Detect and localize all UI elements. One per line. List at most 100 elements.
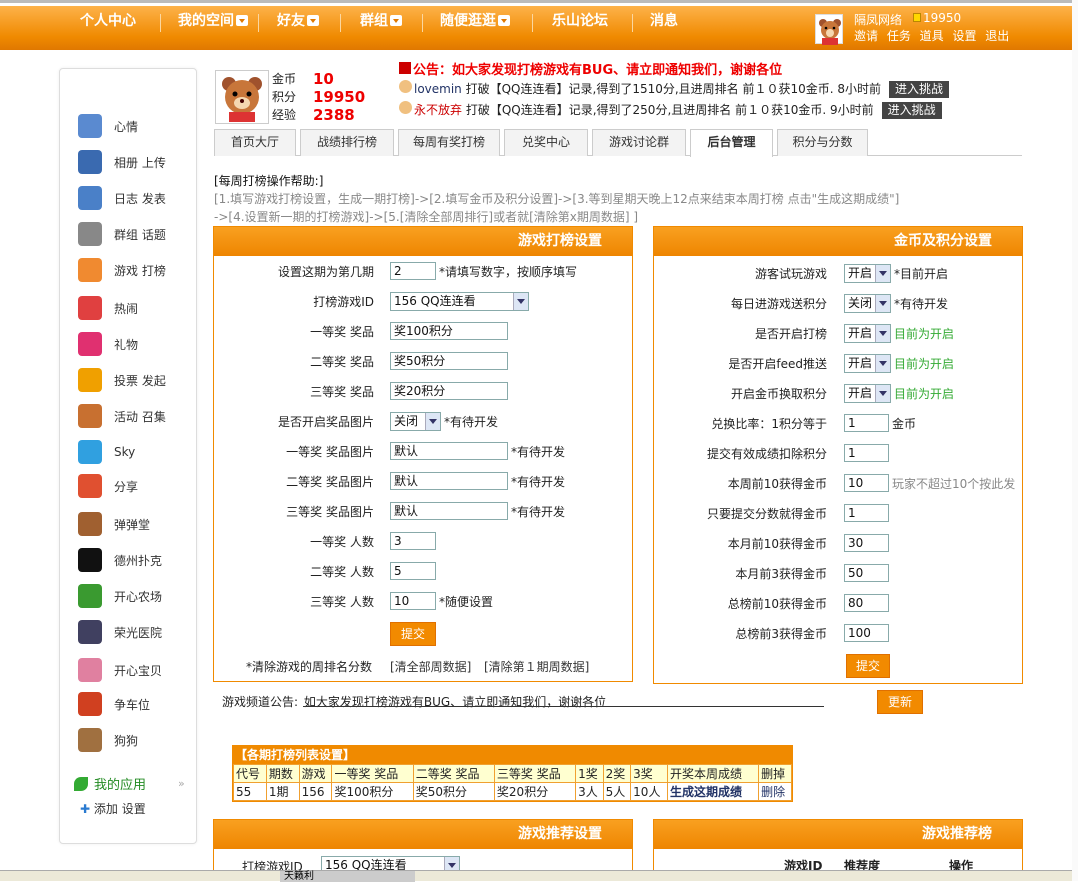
- field-input[interactable]: 开启: [844, 324, 891, 343]
- user-links[interactable]: 邀请 任务 道具 设置 退出: [854, 27, 1009, 44]
- field-input[interactable]: 156 QQ连连看: [390, 292, 529, 311]
- sidebar-item-label[interactable]: 心情: [114, 118, 138, 135]
- sidebar-item-label[interactable]: 狗狗: [114, 732, 138, 749]
- challenge-button[interactable]: 进入挑战: [889, 81, 950, 98]
- sidebar-item-label[interactable]: 荣光医院: [114, 624, 162, 641]
- tab-item[interactable]: 每周有奖打榜: [398, 129, 500, 156]
- sidebar-item-label[interactable]: 相册 上传: [114, 154, 166, 171]
- submit-button[interactable]: 提交: [390, 622, 436, 646]
- notice-line: 永不放弃 打破【QQ连连看】记录,得到了250分,且进周排名 前１０获10金币.…: [399, 101, 942, 119]
- sidebar-item[interactable]: 争车位: [78, 691, 150, 717]
- nav-item[interactable]: 好友: [277, 11, 319, 31]
- tab-item[interactable]: 后台管理: [690, 129, 773, 157]
- sidebar-footer-label[interactable]: 添加 设置: [94, 802, 146, 816]
- table-cell[interactable]: 删除: [758, 782, 792, 801]
- sidebar-item[interactable]: 礼物: [78, 331, 138, 357]
- user-name[interactable]: 隔凤网络: [854, 11, 902, 28]
- taskbar-item[interactable]: 天籁利: [280, 871, 415, 882]
- sidebar-item[interactable]: 活动 召集: [78, 403, 166, 429]
- notice-user-link[interactable]: lovemin: [414, 82, 462, 96]
- field-input[interactable]: 10: [844, 474, 889, 492]
- help-line: [1.填写游戏打榜设置，生成一期打榜]->[2.填写金币及积分设置]->[3.等…: [214, 192, 900, 206]
- field-input[interactable]: 1: [844, 414, 889, 432]
- sidebar-item[interactable]: 群组 话题: [78, 221, 166, 247]
- tab-item[interactable]: 首页大厅: [214, 129, 296, 156]
- sidebar-item-label[interactable]: 热闹: [114, 300, 138, 317]
- field-input[interactable]: 50: [844, 564, 889, 582]
- tab-item[interactable]: 战绩排行榜: [300, 129, 394, 156]
- my-apps[interactable]: 我的应用 »: [74, 774, 185, 793]
- sidebar-footer[interactable]: ✚ 添加 设置: [80, 800, 146, 817]
- field-input[interactable]: 2: [390, 262, 436, 280]
- sidebar-item[interactable]: 日志 发表: [78, 185, 166, 211]
- sidebar-item-label[interactable]: Sky: [114, 445, 135, 459]
- sidebar-item-label[interactable]: 争车位: [114, 696, 150, 713]
- field-input[interactable]: 80: [844, 594, 889, 612]
- field-input[interactable]: 默认: [390, 502, 508, 520]
- group-icon: [78, 222, 102, 246]
- sidebar-item[interactable]: 游戏 打榜: [78, 257, 166, 283]
- sidebar-item-label[interactable]: 群组 话题: [114, 226, 166, 243]
- sidebar-item-label[interactable]: 开心农场: [114, 588, 162, 605]
- field-input[interactable]: 5: [390, 562, 436, 580]
- sidebar-item[interactable]: 狗狗: [78, 727, 138, 753]
- sidebar-item-label[interactable]: 弹弹堂: [114, 516, 150, 533]
- field-input[interactable]: 奖20积分: [390, 382, 508, 400]
- sidebar-item[interactable]: 开心宝贝: [78, 657, 162, 683]
- generate-results-link[interactable]: 生成这期成绩: [670, 785, 742, 799]
- field-input[interactable]: 关闭: [844, 294, 891, 313]
- sidebar-item-label[interactable]: 游戏 打榜: [114, 262, 166, 279]
- sidebar-item[interactable]: 德州扑克: [78, 547, 162, 573]
- sidebar-item[interactable]: 热闹: [78, 295, 138, 321]
- sidebar-item-label[interactable]: 德州扑克: [114, 552, 162, 569]
- field-input[interactable]: 30: [844, 534, 889, 552]
- sidebar-item-label[interactable]: 分享: [114, 478, 138, 495]
- field-input[interactable]: 关闭: [390, 412, 441, 431]
- user-avatar[interactable]: [815, 14, 843, 45]
- field-input[interactable]: 开启: [844, 354, 891, 373]
- field-input[interactable]: 默认: [390, 442, 508, 460]
- field-input[interactable]: 1: [844, 444, 889, 462]
- collapse-icon[interactable]: »: [178, 777, 185, 790]
- sidebar-item[interactable]: 相册 上传: [78, 149, 166, 175]
- update-button[interactable]: 更新: [877, 690, 923, 714]
- sidebar-item-label[interactable]: 投票 发起: [114, 372, 166, 389]
- nav-item[interactable]: 随便逛逛: [440, 11, 510, 31]
- tab-item[interactable]: 兑奖中心: [504, 129, 588, 156]
- sidebar-item[interactable]: 弹弹堂: [78, 511, 150, 537]
- field-input[interactable]: 100: [844, 624, 889, 642]
- notice-user-link[interactable]: 永不放弃: [414, 103, 462, 117]
- field-input[interactable]: 1: [844, 504, 889, 522]
- field-input[interactable]: 奖50积分: [390, 352, 508, 370]
- field-input[interactable]: 默认: [390, 472, 508, 490]
- nav-item[interactable]: 乐山论坛: [552, 11, 608, 31]
- tab-item[interactable]: 积分与分数: [777, 129, 868, 156]
- nav-item[interactable]: 群组: [360, 11, 402, 31]
- sidebar-item[interactable]: Sky: [78, 439, 135, 465]
- profile-avatar[interactable]: [215, 70, 269, 124]
- sidebar-item[interactable]: 心情: [78, 113, 138, 139]
- field-input[interactable]: 开启: [844, 384, 891, 403]
- sidebar-item-label[interactable]: 礼物: [114, 336, 138, 353]
- sidebar-item[interactable]: 开心农场: [78, 583, 162, 609]
- nav-item[interactable]: 个人中心: [80, 11, 136, 31]
- clear-all-link[interactable]: [清全部周数据]: [390, 658, 471, 675]
- submit-button[interactable]: 提交: [846, 654, 890, 678]
- sidebar-item[interactable]: 荣光医院: [78, 619, 162, 645]
- field-input[interactable]: 3: [390, 532, 436, 550]
- sidebar-item-label[interactable]: 日志 发表: [114, 190, 166, 207]
- table-cell[interactable]: 生成这期成绩: [666, 782, 760, 801]
- field-input[interactable]: 开启: [844, 264, 891, 283]
- sidebar-item[interactable]: 投票 发起: [78, 367, 166, 393]
- sidebar-item-label[interactable]: 开心宝贝: [114, 662, 162, 679]
- sidebar-item[interactable]: 分享: [78, 473, 138, 499]
- clear-period-link[interactable]: [清除第１期周数据]: [484, 658, 589, 675]
- tab-item[interactable]: 游戏讨论群: [592, 129, 686, 156]
- challenge-button[interactable]: 进入挑战: [881, 102, 942, 119]
- scrollbar[interactable]: [1072, 0, 1078, 881]
- field-input[interactable]: 奖100积分: [390, 322, 508, 340]
- nav-item[interactable]: 消息: [650, 11, 678, 31]
- sidebar-item-label[interactable]: 活动 召集: [114, 408, 166, 425]
- field-input[interactable]: 10: [390, 592, 436, 610]
- nav-item[interactable]: 我的空间: [178, 11, 248, 31]
